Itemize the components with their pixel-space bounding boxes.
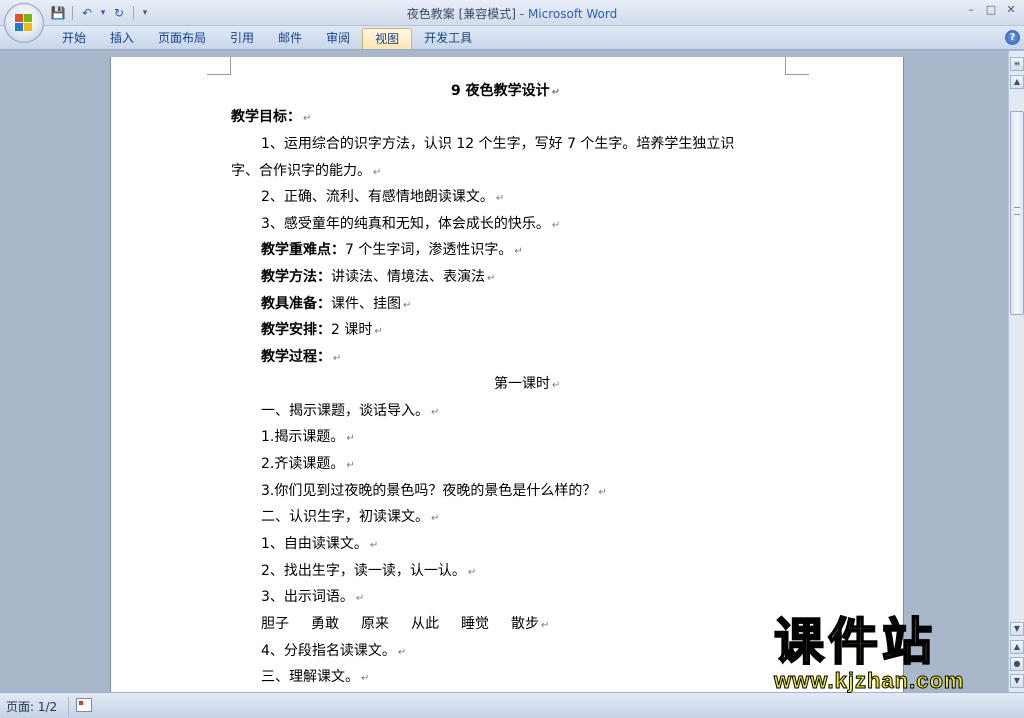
document-title: 9 夜色教学设计 ↵ (451, 83, 561, 99)
document-title: 夜色教案 [兼容模式] (406, 7, 516, 21)
vertical-scrollbar[interactable]: ≡ ▲ ▼ ▲ ● ▼ (1008, 51, 1024, 692)
status-separator (68, 697, 69, 715)
tab-developer[interactable]: 开发工具 (412, 28, 484, 49)
doc-line: 3.你们见到过夜晚的景色吗？夜晚的景色是什么样的？ ↵ (261, 483, 607, 499)
ribbon-tabs: 开始 插入 页面布局 引用 邮件 审阅 视图 开发工具 (50, 28, 484, 49)
tab-references[interactable]: 引用 (218, 28, 266, 49)
doc-line: 2、找出生字，读一读，认一认。 ↵ (261, 563, 477, 579)
doc-line: 教学安排：2 课时 ↵ (261, 322, 383, 338)
vocab-word: 从此 (411, 616, 439, 632)
vocab-word: 勇敢 (311, 616, 339, 632)
doc-line: 1.揭示课题。 ↵ (261, 429, 355, 445)
doc-line: 教学目标： ↵ (231, 109, 312, 125)
margin-corner-mark (785, 57, 809, 75)
title-separator: - (515, 7, 528, 21)
watermark-url: www.kjzhan.com (774, 668, 965, 693)
doc-line: 一、揭示课题，谈话导入。 ↵ (261, 403, 440, 419)
doc-line: 4、分段指名读课文。 ↵ (261, 643, 407, 659)
document-area[interactable]: 9 夜色教学设计 ↵ 教学目标： ↵ 1、运用综合的识字方法，认识 12 个生字，写… (0, 51, 1008, 692)
ribbon: 开始 插入 页面布局 引用 邮件 审阅 视图 开发工具 ? (0, 26, 1024, 50)
doc-line: 教学重难点：7 个生字词，渗透性识字。 ↵ (261, 242, 523, 258)
doc-line: 教学方法：讲读法、情境法、表演法 ↵ (261, 269, 496, 285)
tab-mailings[interactable]: 邮件 (266, 28, 314, 49)
status-bar: 页面: 1/2 (0, 692, 1024, 718)
vocab-word: 睡觉 (461, 616, 489, 632)
doc-line: 教具准备：课件、挂图 ↵ (261, 296, 412, 312)
doc-line: 1、运用综合的识字方法，认识 12 个生字，写好 7 个生字。培养学生独立识 (261, 136, 735, 152)
window-controls: – □ ✕ (964, 3, 1018, 16)
vocab-word: 散步 (511, 616, 539, 632)
doc-line: 教学过程： ↵ (261, 349, 342, 365)
tab-review[interactable]: 审阅 (314, 28, 362, 49)
proofing-icon[interactable] (76, 698, 92, 712)
doc-line: 2、正确、流利、有感情地朗读课文。 ↵ (261, 189, 505, 205)
browse-object-icon[interactable]: ● (1010, 657, 1024, 671)
doc-line: 3、出示词语。 ↵ (261, 589, 365, 605)
doc-line: 字、合作识字的能力。 ↵ (231, 163, 382, 179)
scroll-down-icon[interactable]: ▼ (1010, 622, 1024, 636)
section-heading: 第一课时 ↵ (494, 376, 561, 392)
scroll-up-icon[interactable]: ▲ (1010, 75, 1024, 89)
previous-page-icon[interactable]: ▲ (1010, 640, 1024, 654)
tab-view[interactable]: 视图 (362, 28, 413, 49)
office-button[interactable] (4, 3, 44, 43)
tab-insert[interactable]: 插入 (98, 28, 146, 49)
doc-line: 三、理解课文。 ↵ (261, 669, 370, 685)
window-title: 夜色教案 [兼容模式] - Microsoft Word (0, 5, 1024, 22)
vocab-word: 胆子 (261, 616, 289, 632)
vocab-line: 胆子 勇敢 原来 从此 睡觉 散步 ↵ (261, 616, 550, 632)
ruler-toggle-icon[interactable]: ≡ (1010, 57, 1024, 71)
margin-corner-mark (207, 57, 231, 75)
application-name: Microsoft Word (527, 7, 618, 21)
tab-page-layout[interactable]: 页面布局 (146, 28, 218, 49)
document-page[interactable]: 9 夜色教学设计 ↵ 教学目标： ↵ 1、运用综合的识字方法，认识 12 个生字，写… (110, 57, 904, 692)
next-page-icon[interactable]: ▼ (1010, 674, 1024, 688)
page-indicator[interactable]: 页面: 1/2 (6, 698, 57, 715)
watermark-text: 课件站 (773, 613, 936, 671)
close-button[interactable]: ✕ (1004, 3, 1018, 16)
help-icon[interactable]: ? (1005, 30, 1020, 45)
thumb-grip (1014, 207, 1020, 215)
watermark: 课件站 www.kjzhan.com (773, 613, 1006, 693)
title-bar: 💾 ↶ ▾ ↻ ▾ 夜色教案 [兼容模式] - Microsoft Word –… (0, 0, 1024, 26)
minimize-button[interactable]: – (964, 3, 978, 16)
doc-line: 1、自由读课文。 ↵ (261, 536, 379, 552)
restore-button[interactable]: □ (984, 3, 998, 16)
paragraph-mark: ↵ (551, 87, 561, 98)
doc-line: 2.齐读课题。 ↵ (261, 456, 355, 472)
vocab-word: 原来 (361, 616, 389, 632)
office-logo-icon (15, 14, 33, 32)
tab-home[interactable]: 开始 (50, 28, 98, 49)
doc-line: 二、认识生字，初读课文。 ↵ (261, 509, 440, 525)
doc-line: 3、感受童年的纯真和无知，体会成长的快乐。 ↵ (261, 216, 561, 232)
